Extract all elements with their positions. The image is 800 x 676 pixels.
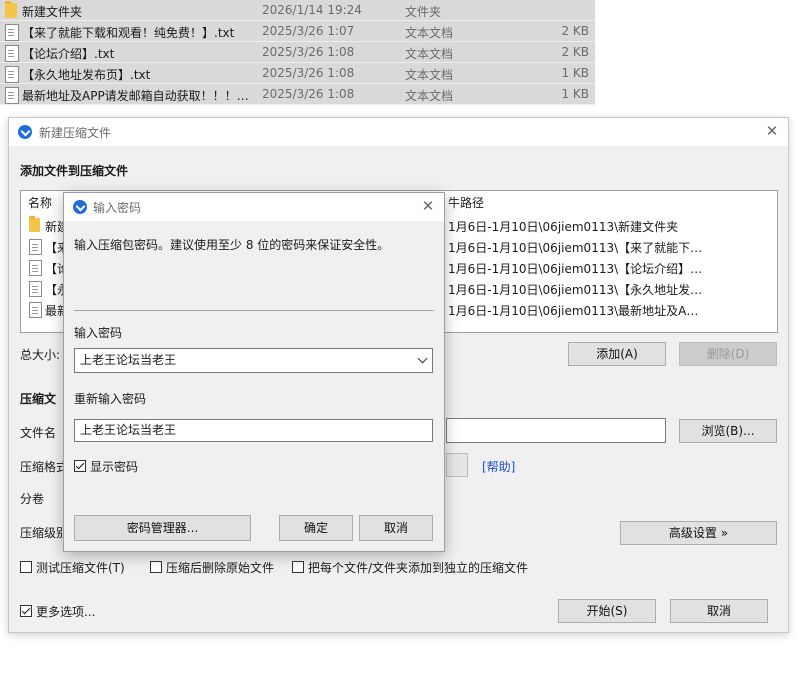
filename-input[interactable]	[446, 418, 666, 443]
app-logo-icon	[18, 125, 32, 139]
password-dialog-title: 输入密码	[93, 201, 142, 215]
add-button[interactable]: 添加(A)	[568, 342, 666, 366]
text-file-icon	[29, 260, 42, 276]
file-name: 【永久地址发布页】.txt	[22, 68, 151, 82]
explorer-row[interactable]: 【永久地址发布页】.txt 2025/3/26 1:08 文本文档 1 KB	[0, 63, 595, 84]
file-name: 新建文件夹	[22, 5, 83, 19]
column-header-path[interactable]: 牛路径	[448, 194, 484, 211]
file-name: 【来了就能下载和观看！纯免费！】.txt	[22, 26, 235, 40]
dialog-titlebar: 新建压缩文件 ✕	[9, 118, 788, 146]
folder-icon	[5, 1, 17, 18]
divider	[74, 310, 434, 311]
item-path: 1月6日-1月10日\06jiem0113\【论坛介绍】.txt	[448, 262, 703, 276]
section-title-add-files: 添加文件到压缩文件	[20, 164, 129, 178]
file-type: 文件夹	[405, 5, 442, 19]
dialog-title: 新建压缩文件	[39, 126, 112, 140]
browse-button[interactable]: 浏览(B)...	[679, 419, 777, 443]
item-path: 1月6日-1月10日\06jiem0113\【永久地址发布...	[448, 283, 703, 297]
password-dialog: 输入密码 ✕ 输入压缩包密码。建议使用至少 8 位的密码来保证安全性。 输入密码…	[63, 192, 445, 552]
chevron-down-icon[interactable]	[417, 353, 428, 364]
text-file-icon	[29, 302, 42, 318]
file-name: 【论坛介绍】.txt	[22, 47, 115, 61]
folder-icon	[29, 216, 40, 232]
text-file-icon	[5, 66, 19, 83]
file-date: 2025/3/26 1:08	[262, 87, 355, 101]
repeat-password-label: 重新输入密码	[74, 392, 147, 406]
file-size: 2 KB	[561, 45, 589, 59]
delete-button[interactable]: 删除(D)	[679, 342, 777, 366]
password-dialog-titlebar: 输入密码 ✕	[64, 193, 444, 221]
file-type: 文本文档	[405, 68, 454, 82]
ok-button[interactable]: 确定	[279, 515, 353, 541]
explorer-row[interactable]: 最新地址及APP请发邮箱自动获取！！！.... 2025/3/26 1:08 文…	[0, 84, 595, 105]
file-date: 2025/3/26 1:07	[262, 24, 355, 38]
file-size: 2 KB	[561, 24, 589, 38]
show-password-label[interactable]: 显示密码	[90, 458, 138, 475]
test-archive-checkbox[interactable]	[20, 561, 32, 573]
cancel-button[interactable]: 取消	[670, 599, 768, 623]
password-label: 输入密码	[74, 326, 123, 340]
format-select[interactable]	[446, 453, 468, 477]
password-combo[interactable]: 上老王论坛当老王	[74, 348, 433, 373]
each-separate-label[interactable]: 把每个文件/文件夹添加到独立的压缩文件	[308, 559, 528, 576]
more-options-checkbox[interactable]	[20, 605, 32, 617]
text-file-icon	[29, 281, 42, 297]
show-password-checkbox[interactable]	[74, 460, 86, 472]
explorer-file-list: 新建文件夹 2026/1/14 19:24 文件夹 【来了就能下载和观看！纯免费…	[0, 0, 595, 120]
total-size-label: 总大小:	[20, 348, 61, 362]
file-type: 文本文档	[405, 47, 454, 61]
delete-original-checkbox[interactable]	[150, 561, 162, 573]
delete-original-label[interactable]: 压缩后删除原始文件	[166, 559, 274, 576]
file-size: 1 KB	[561, 66, 589, 80]
file-name: 最新地址及APP请发邮箱自动获取！！！....	[22, 89, 250, 103]
cancel-button[interactable]: 取消	[359, 515, 433, 541]
file-type: 文本文档	[405, 26, 454, 40]
text-file-icon	[5, 24, 19, 41]
close-icon[interactable]: ✕	[762, 121, 782, 141]
explorer-row[interactable]: 【论坛介绍】.txt 2025/3/26 1:08 文本文档 2 KB	[0, 42, 595, 63]
app-logo-icon	[73, 200, 87, 214]
file-date: 2025/3/26 1:08	[262, 45, 355, 59]
help-link[interactable]: [帮助]	[482, 458, 515, 475]
split-label: 分卷	[20, 492, 45, 506]
advanced-settings-button[interactable]: 高级设置 »	[620, 521, 777, 545]
file-size: 1 KB	[561, 87, 589, 101]
text-file-icon	[5, 87, 19, 104]
format-label: 压缩格式	[20, 460, 69, 474]
repeat-password-input[interactable]: 上老王论坛当老王	[74, 419, 433, 442]
explorer-row[interactable]: 新建文件夹 2026/1/14 19:24 文件夹	[0, 0, 595, 21]
each-separate-checkbox[interactable]	[292, 561, 304, 573]
start-button[interactable]: 开始(S)	[558, 599, 656, 623]
item-path: 1月6日-1月10日\06jiem0113\【来了就能下载...	[448, 241, 703, 255]
file-type: 文本文档	[405, 89, 454, 103]
text-file-icon	[29, 239, 42, 255]
close-icon[interactable]: ✕	[418, 196, 438, 216]
test-archive-label[interactable]: 测试压缩文件(T)	[36, 559, 125, 576]
filename-label: 文件名	[20, 426, 57, 440]
file-date: 2026/1/14 19:24	[262, 3, 362, 17]
password-hint-text: 输入压缩包密码。建议使用至少 8 位的密码来保证安全性。	[74, 238, 390, 252]
item-path: 1月6日-1月10日\06jiem0113\新建文件夹	[448, 220, 679, 234]
column-header-name[interactable]: 名称	[28, 194, 52, 211]
password-manager-button[interactable]: 密码管理器...	[74, 515, 251, 541]
repeat-password-value: 上老王论坛当老王	[80, 423, 177, 437]
more-options-label[interactable]: 更多选项...	[36, 603, 95, 620]
level-label: 压缩级别	[20, 526, 69, 540]
section-title-compress: 压缩文	[20, 392, 57, 406]
item-path: 1月6日-1月10日\06jiem0113\最新地址及APP...	[448, 304, 703, 318]
file-date: 2025/3/26 1:08	[262, 66, 355, 80]
text-file-icon	[5, 45, 19, 62]
explorer-row[interactable]: 【来了就能下载和观看！纯免费！】.txt 2025/3/26 1:07 文本文档…	[0, 21, 595, 42]
password-value: 上老王论坛当老王	[80, 353, 177, 367]
